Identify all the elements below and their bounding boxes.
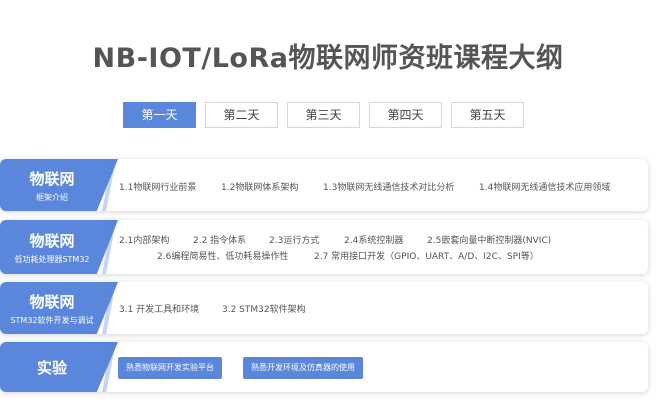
topic-item: 1.3物联网无线通信技术对比分析 — [323, 183, 455, 193]
topic-item: 2.5嵌套向量中断控制器(NVIC) — [427, 236, 552, 246]
topic-item: 2.2 指令体系 — [193, 236, 247, 246]
module-content: 2.1内部架构 2.2 指令体系 2.3运行方式 2.4系统控制器 2.5嵌套向… — [118, 220, 638, 274]
tab-day-5[interactable]: 第五天 — [451, 102, 524, 128]
tab-day-3[interactable]: 第三天 — [287, 102, 360, 128]
module-row-experiment: 实验 熟悉物联网开发实验平台 熟悉开发环境及仿真器的使用 — [0, 342, 648, 392]
module-title: 实验 — [36, 358, 67, 377]
tab-day-1[interactable]: 第一天 — [123, 102, 196, 128]
module-row-stm32-processor: 物联网 低功耗处理器STM32 2.1内部架构 2.2 指令体系 2.3运行方式… — [0, 220, 648, 274]
module-subtitle: 低功耗处理器STM32 — [14, 254, 90, 264]
topic-item: 2.3运行方式 — [269, 236, 320, 246]
tab-day-4[interactable]: 第四天 — [369, 102, 442, 128]
topic-item: 2.1内部架构 — [119, 236, 170, 246]
topic-item: 1.4物联网无线通信技术应用领域 — [479, 183, 611, 193]
module-content: 熟悉物联网开发实验平台 熟悉开发环境及仿真器的使用 — [118, 342, 638, 392]
lab-platform-button[interactable]: 熟悉物联网开发实验平台 — [118, 357, 222, 379]
module-row-iot-framework: 物联网 框架介绍 1.1物联网行业前景 1.2物联网体系架构 1.3物联网无线通… — [0, 159, 648, 211]
tab-day-2[interactable]: 第二天 — [205, 102, 278, 128]
module-content: 1.1物联网行业前景 1.2物联网体系架构 1.3物联网无线通信技术对比分析 1… — [118, 159, 638, 211]
module-label: 物联网 STM32软件开发与调试 — [0, 282, 118, 334]
module-subtitle: STM32软件开发与调试 — [10, 315, 94, 325]
module-subtitle: 框架介绍 — [36, 192, 68, 202]
topic-item: 1.1物联网行业前景 — [119, 183, 197, 193]
page-title: NB-IOT/LoRa物联网师资班课程大纲 — [92, 43, 564, 74]
topic-item: 2.6编程简易性、低功耗易操作性 — [157, 252, 289, 262]
topic-item: 3.1 开发工具和环境 — [119, 305, 200, 315]
lab-environment-button[interactable]: 熟悉开发环境及仿真器的使用 — [243, 357, 363, 379]
module-row-stm32-software: 物联网 STM32软件开发与调试 3.1 开发工具和环境 3.2 STM32软件… — [0, 282, 648, 334]
module-label: 物联网 低功耗处理器STM32 — [0, 220, 118, 274]
topic-item: 1.2物联网体系架构 — [221, 183, 299, 193]
module-label: 物联网 框架介绍 — [0, 159, 118, 211]
module-title: 物联网 — [29, 169, 75, 188]
topic-item: 2.4系统控制器 — [344, 236, 404, 246]
module-content: 3.1 开发工具和环境 3.2 STM32软件架构 — [118, 282, 638, 334]
module-title: 物联网 — [29, 231, 75, 250]
topic-item: 2.7 常用接口开发（GPIO、UART、A/D、I2C、SPI等） — [314, 252, 539, 262]
module-label: 实验 — [0, 342, 118, 392]
module-title: 物联网 — [29, 292, 75, 311]
topic-item: 3.2 STM32软件架构 — [222, 305, 306, 315]
